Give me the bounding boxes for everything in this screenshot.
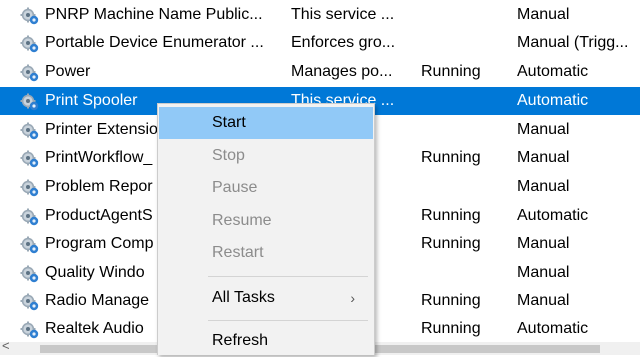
- service-gear-icon: [20, 92, 40, 112]
- service-gear-icon: [20, 34, 40, 54]
- service-row[interactable]: PNRP Machine Name Public... This service …: [0, 1, 640, 29]
- service-startup-type: Manual (Trigg...: [517, 34, 629, 51]
- service-row[interactable]: Portable Device Enumerator ... Enforces g…: [0, 29, 640, 57]
- service-description: Manages po...: [291, 63, 393, 80]
- service-startup-type: Manual: [517, 178, 570, 195]
- service-gear-icon: [20, 178, 40, 198]
- service-startup-type: Manual: [517, 292, 570, 309]
- scroll-left-arrow-icon[interactable]: <: [2, 338, 16, 354]
- menu-item-all-tasks[interactable]: All Tasks ›: [159, 282, 373, 314]
- menu-item-label: All Tasks: [212, 289, 275, 306]
- service-startup-type: Automatic: [517, 92, 589, 109]
- service-startup-type: Manual: [517, 6, 570, 23]
- service-startup-type: Manual: [517, 264, 570, 281]
- service-gear-icon: [20, 121, 40, 141]
- menu-item-resume[interactable]: Resume: [159, 205, 373, 237]
- service-startup-type: Automatic: [517, 63, 589, 80]
- service-status: [421, 173, 511, 201]
- service-row[interactable]: Power Manages po... Running Automatic: [0, 58, 640, 86]
- service-gear-icon: [20, 320, 40, 340]
- menu-item-label: Refresh: [212, 332, 269, 349]
- service-status: Running: [421, 292, 481, 309]
- service-status: [421, 1, 511, 29]
- service-gear-icon: [20, 149, 40, 169]
- service-startup-type: Manual: [517, 235, 570, 252]
- service-startup-type: Automatic: [517, 320, 589, 337]
- service-status: Running: [421, 207, 481, 224]
- service-gear-icon: [20, 235, 40, 255]
- submenu-arrow-icon: ›: [350, 290, 355, 306]
- service-status: [421, 87, 511, 115]
- menu-item-stop[interactable]: Stop: [159, 140, 373, 172]
- menu-item-refresh[interactable]: Refresh: [159, 325, 373, 357]
- service-description: This service ...: [291, 6, 395, 23]
- service-name: Power: [45, 63, 91, 80]
- service-startup-type: Manual: [517, 149, 570, 166]
- service-gear-icon: [20, 292, 40, 312]
- menu-item-label: Start: [212, 114, 246, 131]
- service-description: Enforces gro...: [291, 34, 396, 51]
- menu-item-label: Resume: [212, 212, 272, 229]
- menu-item-restart[interactable]: Restart: [159, 237, 373, 269]
- menu-item-label: Restart: [212, 244, 264, 261]
- service-gear-icon: [20, 63, 40, 83]
- menu-item-label: Stop: [212, 147, 245, 164]
- context-menu: Start Stop Pause Resume Restart All Task…: [157, 103, 375, 355]
- menu-separator: [208, 276, 368, 277]
- service-status: Running: [421, 320, 481, 337]
- menu-item-label: Pause: [212, 179, 258, 196]
- menu-item-pause[interactable]: Pause: [159, 172, 373, 204]
- service-status: Running: [421, 149, 481, 166]
- service-status: Running: [421, 235, 481, 252]
- menu-item-start[interactable]: Start: [159, 107, 373, 139]
- service-gear-icon: [20, 207, 40, 227]
- service-name: PNRP Machine Name Public...: [45, 6, 263, 23]
- service-gear-icon: [20, 264, 40, 284]
- menu-separator: [208, 320, 368, 321]
- service-status: [421, 29, 511, 57]
- service-startup-type: Automatic: [517, 207, 589, 224]
- service-status: Running: [421, 63, 481, 80]
- service-name: Portable Device Enumerator ...: [45, 34, 264, 51]
- service-status: [421, 259, 511, 287]
- service-startup-type: Manual: [517, 121, 570, 138]
- service-gear-icon: [20, 6, 40, 26]
- service-status: [421, 116, 511, 144]
